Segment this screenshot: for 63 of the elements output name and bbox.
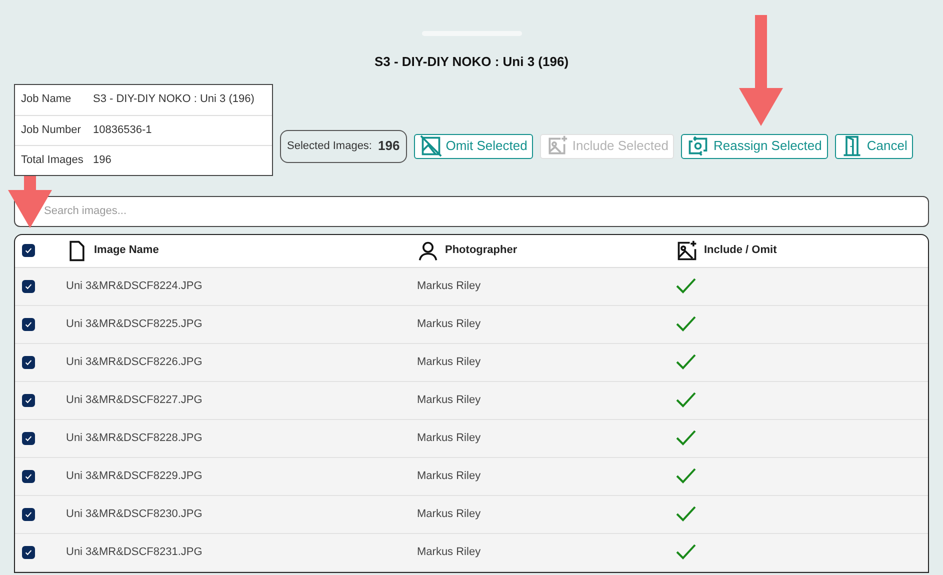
image-plus-icon (546, 135, 568, 157)
checkmark-icon (24, 282, 33, 290)
check-icon (676, 354, 696, 370)
image-name-cell-text: Uni 3&MR&DSCF8224.JPG (66, 278, 204, 294)
checkmark-icon (24, 358, 33, 366)
image-name-cell-text: Uni 3&MR&DSCF8231.JPG (66, 544, 204, 560)
check-icon (676, 430, 696, 446)
photographer-cell-text: Markus Riley (417, 354, 482, 370)
dialog-title: S3 - DIY-DIY NOKO : Uni 3 (196) (373, 53, 570, 71)
check-icon (676, 468, 696, 484)
checkbox[interactable] (22, 546, 35, 558)
check-icon (676, 506, 696, 522)
selected-value: 196 (378, 137, 400, 156)
image-plus-icon (676, 240, 698, 262)
photographer-cell-text: Markus Riley (417, 468, 482, 484)
crossed-image-icon (420, 135, 442, 157)
column-header: Photographer (445, 243, 518, 258)
checkmark-icon (24, 396, 33, 404)
info-value: S3 - DIY-DIY NOKO : Uni 3 (196) (93, 92, 254, 108)
check-icon (676, 316, 696, 332)
checkbox[interactable] (22, 470, 35, 482)
checkmark-icon (24, 246, 33, 255)
info-label: Job Name (20, 92, 72, 108)
image-name-cell-text: Uni 3&MR&DSCF8227.JPG (66, 392, 204, 408)
column-header: Include / Omit (704, 243, 777, 258)
checkbox[interactable] (22, 356, 35, 368)
checkmark-icon (24, 510, 33, 518)
image-name-cell-text: Uni 3&MR&DSCF8225.JPG (66, 316, 204, 332)
photographer-cell-text: Markus Riley (417, 392, 482, 408)
omit-button[interactable]: Omit Selected (414, 134, 534, 158)
image-name-cell-text: Uni 3&MR&DSCF8229.JPG (66, 468, 204, 484)
image-name-cell-text: Uni 3&MR&DSCF8228.JPG (66, 430, 204, 446)
checkmark-icon (24, 548, 33, 556)
info-label: Total Images (20, 152, 84, 168)
checkbox[interactable] (22, 244, 35, 257)
person-icon (417, 240, 439, 262)
check-icon (676, 392, 696, 408)
checkbox[interactable] (22, 432, 35, 444)
check-icon (676, 544, 696, 560)
selected-label: Selected Images: (287, 138, 372, 154)
checkbox[interactable] (22, 318, 35, 330)
photographer-cell-text: Markus Riley (417, 430, 482, 446)
checkbox[interactable] (22, 508, 35, 520)
info-value: 10836536-1 (93, 122, 152, 138)
checkbox[interactable] (22, 280, 35, 292)
photographer-cell-text: Markus Riley (417, 278, 482, 294)
checkmark-icon (24, 472, 33, 480)
checkmark-icon (24, 434, 33, 442)
photographer-cell-text: Markus Riley (417, 506, 482, 522)
image-name-cell-text: Uni 3&MR&DSCF8226.JPG (66, 354, 204, 370)
checkbox[interactable] (22, 394, 35, 406)
image-name-cell-text: Uni 3&MR&DSCF8230.JPG (66, 506, 204, 522)
info-label: Job Number (20, 122, 82, 138)
photographer-cell-text: Markus Riley (417, 544, 482, 560)
checkmark-icon (24, 320, 33, 328)
photographer-cell-text: Markus Riley (417, 316, 482, 332)
check-icon (676, 278, 696, 294)
cancel-button[interactable]: Cancel (834, 134, 914, 158)
column-header: Image Name (94, 243, 159, 258)
search-field[interactable]: Search images... (14, 196, 929, 226)
camera-swap-icon (687, 135, 710, 157)
reassign-button[interactable]: Reassign Selected (681, 134, 828, 158)
info-value: 196 (93, 152, 112, 168)
